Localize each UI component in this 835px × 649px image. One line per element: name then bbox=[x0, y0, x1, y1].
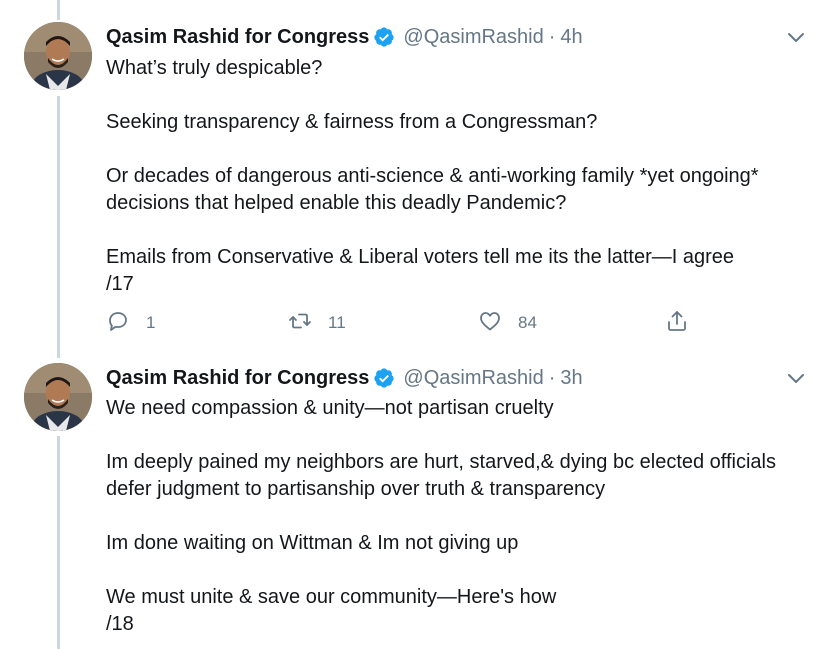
tweet-17[interactable]: Qasim Rashid for Congress @QasimRashid ·… bbox=[0, 22, 835, 362]
tweet-paragraph: Emails from Conservative & Liberal voter… bbox=[106, 246, 735, 295]
like-count: 84 bbox=[518, 313, 537, 332]
tweet-paragraph: Im deeply pained my neighbors are hurt, … bbox=[106, 451, 776, 500]
author-handle[interactable]: @QasimRashid bbox=[403, 367, 543, 390]
chevron-down-icon[interactable] bbox=[785, 367, 807, 389]
author-name[interactable]: Qasim Rashid for Congress bbox=[106, 367, 369, 390]
retweet-icon bbox=[288, 309, 312, 338]
tweet-paragraph: Im done waiting on Wittman & Im not givi… bbox=[106, 532, 519, 554]
retweet-count: 11 bbox=[328, 313, 346, 332]
tweet-18[interactable]: Qasim Rashid for Congress @QasimRashid ·… bbox=[0, 363, 835, 649]
tweet-header: Qasim Rashid for Congress @QasimRashid ·… bbox=[106, 365, 583, 391]
like-button[interactable]: 84 bbox=[478, 308, 537, 338]
avatar[interactable] bbox=[24, 22, 92, 90]
timestamp[interactable]: 3h bbox=[560, 367, 582, 390]
tweet-header: Qasim Rashid for Congress @QasimRashid ·… bbox=[106, 24, 583, 50]
author-handle[interactable]: @QasimRashid bbox=[403, 26, 543, 49]
share-button[interactable] bbox=[665, 308, 689, 338]
tweet-actions: 1 11 84 bbox=[106, 308, 706, 338]
tweet-paragraph: We need compassion & unity—not partisan … bbox=[106, 397, 554, 419]
avatar[interactable] bbox=[24, 363, 92, 431]
tweet-thread: Qasim Rashid for Congress @QasimRashid ·… bbox=[0, 0, 835, 649]
reply-icon bbox=[106, 309, 130, 338]
share-icon bbox=[665, 309, 689, 338]
heart-icon bbox=[478, 309, 502, 338]
reply-button[interactable]: 1 bbox=[106, 308, 155, 338]
tweet-paragraph: What’s truly despicable? bbox=[106, 57, 323, 79]
separator: · bbox=[548, 25, 556, 48]
tweet-paragraph: We must unite & save our community—Here'… bbox=[106, 586, 557, 635]
thread-line-top bbox=[57, 0, 60, 20]
author-name[interactable]: Qasim Rashid for Congress bbox=[106, 26, 369, 49]
retweet-button[interactable]: 11 bbox=[288, 308, 346, 338]
reply-count: 1 bbox=[146, 313, 156, 332]
tweet-paragraph: Or decades of dangerous anti-science & a… bbox=[106, 165, 759, 214]
tweet-text: We need compassion & unity—not partisan … bbox=[106, 395, 806, 638]
verified-badge-icon bbox=[373, 26, 395, 48]
tweet-paragraph: Seeking transparency & fairness from a C… bbox=[106, 111, 598, 133]
tweet-text: What’s truly despicable? Seeking transpa… bbox=[106, 55, 806, 298]
verified-badge-icon bbox=[373, 367, 395, 389]
timestamp[interactable]: 4h bbox=[560, 26, 582, 49]
chevron-down-icon[interactable] bbox=[785, 26, 807, 48]
separator: · bbox=[548, 366, 556, 389]
